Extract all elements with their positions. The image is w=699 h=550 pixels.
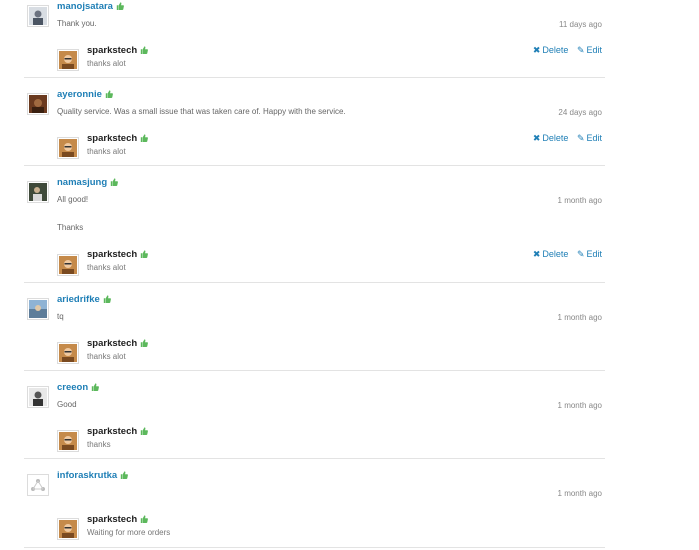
reply-author[interactable]: sparkstech: [87, 45, 149, 56]
review-item: namasjung All good! Thanks 1 month ago s…: [24, 176, 605, 283]
delete-button[interactable]: ✖ Delete: [533, 133, 569, 143]
reply-message: thanks: [87, 440, 111, 449]
reply-avatar[interactable]: [57, 518, 79, 540]
review-message-line2: Thanks: [57, 223, 84, 232]
times-icon: ✖: [532, 45, 541, 55]
edit-icon: ✎: [576, 133, 585, 143]
edit-button[interactable]: ✎ Edit: [577, 133, 602, 143]
delete-button[interactable]: ✖ Delete: [533, 249, 569, 259]
edit-button[interactable]: ✎ Edit: [577, 249, 602, 259]
review-time: 1 month ago: [557, 313, 602, 322]
reviewer-avatar[interactable]: [27, 181, 49, 203]
reply-author[interactable]: sparkstech: [87, 133, 149, 144]
thumbs-up-icon: [110, 178, 119, 186]
reviewer-avatar[interactable]: [27, 298, 49, 320]
thumbs-up-icon: [103, 295, 111, 303]
reply-actions: ✖ Delete ✎ Edit: [527, 45, 602, 56]
thumbs-up-icon: [140, 46, 149, 54]
thumbs-up-icon: [140, 250, 149, 258]
reply-actions: ✖ Delete ✎ Edit: [527, 249, 602, 260]
edit-icon: ✎: [576, 45, 585, 55]
review-time: 1 month ago: [557, 196, 602, 205]
edit-button[interactable]: ✎ Edit: [577, 45, 602, 55]
review-message: Quality service. Was a small issue that …: [57, 107, 346, 116]
reply-message: thanks alot: [87, 147, 126, 156]
reviewer-name[interactable]: inforaskrutka: [57, 470, 129, 481]
reply-avatar[interactable]: [57, 430, 79, 452]
reviewer-avatar[interactable]: [27, 386, 49, 408]
reply-message: thanks alot: [87, 352, 126, 361]
thumbs-up-icon: [116, 2, 124, 10]
reply-author[interactable]: sparkstech: [87, 426, 149, 437]
review-item: creeon Good 1 month ago sparkstech thank…: [24, 381, 605, 459]
review-message: All good!: [57, 195, 89, 204]
review-message: tq: [57, 312, 64, 321]
reviewer-avatar[interactable]: [27, 5, 49, 27]
thumbs-up-icon: [91, 383, 100, 391]
thumbs-up-icon: [140, 427, 149, 435]
reviewer-name[interactable]: ayeronnie: [57, 89, 113, 100]
reviewer-name[interactable]: ariedrifke: [57, 294, 111, 305]
reply-message: thanks alot: [87, 263, 126, 272]
review-item: inforaskrutka 1 month ago sparkstech Wai…: [24, 469, 605, 548]
thumbs-up-icon: [120, 471, 129, 479]
reply-author[interactable]: sparkstech: [87, 338, 149, 349]
reply-avatar[interactable]: [57, 254, 79, 276]
thumbs-up-icon: [140, 339, 149, 347]
reviewer-name[interactable]: manojsatara: [57, 1, 124, 12]
times-icon: ✖: [532, 249, 541, 259]
thumbs-up-icon: [105, 90, 113, 98]
delete-button[interactable]: ✖ Delete: [533, 45, 569, 55]
reply-message: thanks alot: [87, 59, 126, 68]
review-time: 1 month ago: [557, 489, 602, 498]
review-time: 11 days ago: [559, 20, 602, 29]
reply-message: Waiting for more orders: [87, 528, 171, 537]
reply-avatar[interactable]: [57, 342, 79, 364]
thumbs-up-icon: [140, 134, 149, 142]
reviewer-avatar[interactable]: [27, 93, 49, 115]
edit-icon: ✎: [576, 249, 585, 259]
reply-avatar[interactable]: [57, 137, 79, 159]
review-time: 1 month ago: [557, 401, 602, 410]
review-message: Good: [57, 400, 77, 409]
reviewer-avatar[interactable]: [27, 474, 49, 496]
reply-actions: ✖ Delete ✎ Edit: [527, 133, 602, 144]
review-time: 24 days ago: [558, 108, 602, 117]
review-item: ayeronnie Quality service. Was a small i…: [24, 88, 605, 166]
reviewer-name[interactable]: creeon: [57, 382, 100, 393]
review-message: Thank you.: [57, 19, 97, 28]
thumbs-up-icon: [140, 515, 149, 523]
review-item: manojsatara Thank you. 11 days ago spark…: [24, 0, 605, 78]
reply-author[interactable]: sparkstech: [87, 249, 149, 260]
reply-avatar[interactable]: [57, 49, 79, 71]
review-item: ariedrifke tq 1 month ago sparkstech tha…: [24, 293, 605, 371]
reviewer-name[interactable]: namasjung: [57, 177, 119, 188]
times-icon: ✖: [532, 133, 541, 143]
reply-author[interactable]: sparkstech: [87, 514, 149, 525]
